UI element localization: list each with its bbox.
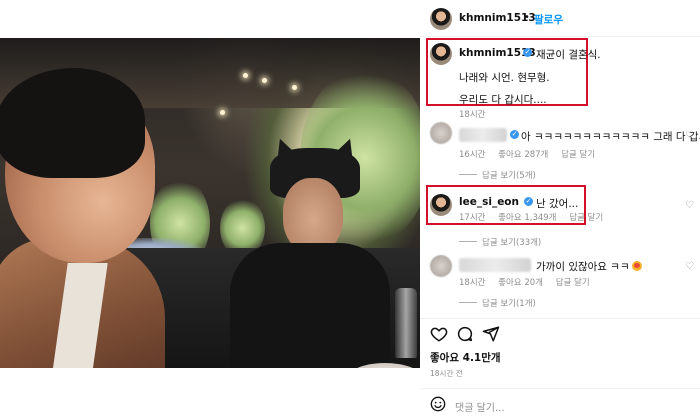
verified-badge-icon: ✓ — [524, 197, 533, 206]
photo-man-hair — [0, 68, 145, 178]
caption-line-1: 재균이 결혼식. — [536, 49, 601, 61]
comment-time: 18시간 — [459, 278, 486, 288]
photo-woman-face — [283, 178, 343, 253]
comment-avatar[interactable] — [430, 194, 452, 216]
comment-avatar[interactable] — [430, 255, 452, 277]
header-avatar[interactable] — [430, 8, 452, 30]
photo-woman-body — [230, 243, 390, 368]
caption-avatar[interactable] — [430, 43, 452, 65]
comment-reply-button[interactable]: 답글 달기 — [556, 278, 590, 288]
comment-text: 아 ㅋㅋㅋㅋㅋㅋㅋㅋㅋㅋㅋㅋ 그래 다 갑시다 — [521, 131, 700, 143]
comment-like-heart-icon[interactable]: ♡ — [685, 261, 694, 272]
caption-line-3: 우리도 다 갑시다.... — [459, 94, 547, 106]
comment-meta: 17시간 좋아요 1,349개 답글 달기 — [459, 211, 613, 223]
caption-time: 18시간 — [459, 110, 486, 120]
comment-likes[interactable]: 좋아요 287개 — [498, 150, 548, 160]
comment-avatar[interactable] — [430, 122, 452, 144]
verified-badge-icon: ✓ — [510, 130, 519, 139]
comment-input[interactable]: 댓글 달기... — [455, 399, 505, 414]
comment-text: 가까이 있잖아요 ㅋㅋ — [536, 261, 630, 273]
share-icon[interactable] — [482, 325, 500, 343]
comment-text-wrap: 가까이 있잖아요 ㅋㅋ — [536, 259, 642, 274]
post-like-count[interactable]: 좋아요 4.1만개 — [430, 350, 501, 365]
caption-line-2: 나래와 시언. 현무형. — [459, 72, 550, 84]
comment-time: 16시간 — [459, 150, 486, 160]
photo-wine-glass — [395, 288, 417, 358]
comment-username-blurred[interactable] — [459, 258, 531, 272]
comment-like-heart-icon[interactable]: ♡ — [685, 130, 694, 141]
post-photo[interactable] — [0, 38, 420, 368]
comment-likes[interactable]: 좋아요 1,349개 — [498, 213, 556, 223]
comment-username-blurred[interactable] — [459, 128, 507, 142]
comment-icon[interactable] — [456, 325, 474, 343]
input-divider — [420, 388, 700, 389]
photo-light — [243, 73, 248, 78]
follow-button[interactable]: 팔로우 — [534, 12, 563, 27]
comment-username[interactable]: lee_si_eon — [459, 196, 519, 208]
view-replies-button[interactable]: 답글 보기(33개) — [482, 236, 541, 248]
photo-light — [292, 85, 297, 90]
verified-badge-icon: ✓ — [523, 48, 532, 57]
actions-divider — [420, 318, 700, 319]
replies-line — [459, 241, 477, 242]
view-replies-button[interactable]: 답글 보기(5개) — [482, 169, 536, 181]
heart-eyes-emoji-icon — [631, 261, 642, 271]
replies-line — [459, 174, 477, 175]
photo-light — [262, 78, 267, 83]
post-side-panel: khmnim1513 • 팔로우 khmnim1513 ✓ 재균이 결혼식. 나… — [420, 0, 700, 420]
view-replies-button[interactable]: 답글 보기(1개) — [482, 297, 536, 309]
comment-reply-button[interactable]: 답글 달기 — [561, 150, 595, 160]
comment-reply-button[interactable]: 답글 달기 — [569, 213, 603, 223]
heart-icon[interactable] — [430, 325, 448, 343]
smile-icon[interactable] — [430, 396, 446, 412]
comment-text: 난 갔어... — [536, 198, 579, 210]
header-divider — [420, 36, 700, 37]
post-time: 18시간 전 — [430, 369, 463, 378]
comment-like-heart-icon[interactable]: ♡ — [685, 200, 694, 211]
comment-meta: 18시간 좋아요 20개 답글 달기 — [459, 276, 600, 288]
comment-likes[interactable]: 좋아요 20개 — [498, 278, 543, 288]
comment-time: 17시간 — [459, 213, 486, 223]
replies-line — [459, 302, 477, 303]
comment-meta: 16시간 좋아요 287개 답글 달기 — [459, 148, 605, 160]
photo-light — [220, 110, 225, 115]
header-separator: • — [524, 12, 530, 23]
